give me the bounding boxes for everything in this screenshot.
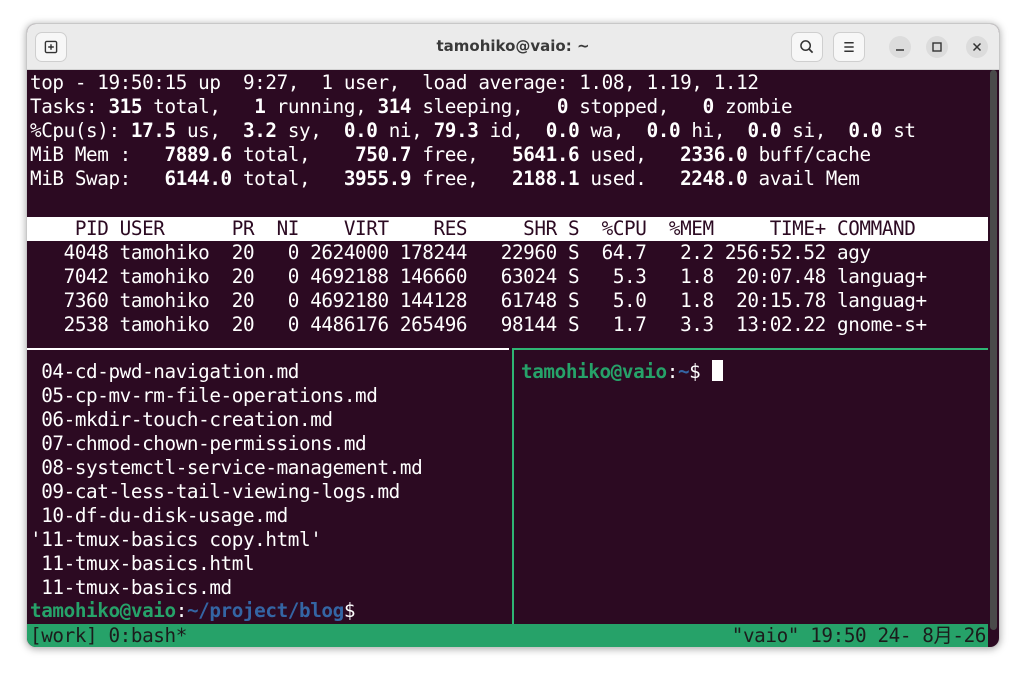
scrollbar[interactable] — [990, 70, 997, 630]
file-list-item: 07-chmod-chown-permissions.md — [30, 432, 367, 455]
top-mem-line: MiB Mem : 7889.6 total, 750.7 free, 5641… — [30, 143, 871, 167]
cpu-wa: 0.0 — [545, 119, 580, 142]
status-host-time: "vaio" 19:50 24- 8月-26 — [731, 624, 987, 647]
process-row: 2538 tamohiko 20 0 4486176 265496 98144 … — [30, 313, 927, 336]
swap-free-label: free, — [411, 167, 479, 190]
prompt-separator: : — [175, 599, 188, 622]
tasks-label: Tasks: — [30, 95, 98, 118]
mem-cache-label: buff/cache — [747, 143, 871, 166]
tmux-status-bar: [work] 0:bash* "vaio" 19:50 24- 8月-26 — [27, 624, 988, 647]
prompt-path: ~ — [677, 360, 690, 383]
mem-free: 750.7 — [355, 143, 412, 166]
mem-total: 7889.6 — [164, 143, 233, 166]
swap-total: 6144.0 — [164, 167, 233, 190]
file-list-item: 06-mkdir-touch-creation.md — [30, 408, 333, 431]
top-swap-line: MiB Swap: 6144.0 total, 3955.9 free, 218… — [30, 167, 860, 191]
swap-avail: 2248.0 — [680, 167, 748, 190]
file-list-item: '11-tmux-basics copy.html' — [30, 528, 322, 551]
mem-total-label: total, — [231, 143, 311, 166]
swap-avail-label: avail Mem — [747, 167, 860, 190]
prompt-user: tamohiko@vaio — [521, 360, 667, 383]
cpu-id-label: id, — [478, 119, 524, 142]
process-row: 7042 tamohiko 20 0 4692188 146660 63024 … — [30, 265, 927, 288]
process-header-row: PID USER PR NI VIRT RES SHR S %CPU %MEM … — [30, 217, 916, 240]
swap-used-label: used. — [579, 167, 647, 190]
close-button[interactable] — [966, 36, 988, 58]
mem-cache: 2336.0 — [680, 143, 748, 166]
cpu-us-label: us, — [175, 119, 221, 142]
tasks-running: 1 — [254, 95, 266, 118]
process-row: 7360 tamohiko 20 0 4692180 144128 61748 … — [30, 289, 927, 312]
prompt-path: ~/project/blog — [186, 599, 344, 622]
right-pane-prompt[interactable]: tamohiko@vaio:~$ — [521, 360, 723, 384]
minimize-icon — [896, 49, 904, 51]
cpu-sy-label: sy, — [276, 119, 322, 142]
tasks-stopped-label: stopped, — [568, 95, 669, 118]
close-icon — [972, 42, 982, 52]
tasks-zombie-label: zombie — [713, 95, 793, 118]
swap-free: 3955.9 — [343, 167, 412, 190]
left-pane-prompt[interactable]: tamohiko@vaio:~/project/blog$ — [30, 599, 355, 623]
maximize-icon — [932, 42, 942, 52]
cpu-hi: 0.0 — [646, 119, 681, 142]
cpu-us: 17.5 — [130, 119, 176, 142]
tasks-sleeping-label: sleeping, — [411, 95, 524, 118]
terminal-area[interactable]: top - 19:50:15 up 9:27, 1 user, load ave… — [27, 70, 999, 647]
prompt-user: tamohiko@vaio — [30, 599, 176, 622]
cpu-label: %Cpu(s): — [30, 119, 120, 142]
file-list-item: 11-tmux-basics.md — [30, 576, 232, 599]
mem-free-label: free, — [411, 143, 479, 166]
swap-label: MiB Swap: — [30, 167, 131, 190]
search-icon — [800, 40, 814, 54]
cpu-hi-label: hi, — [680, 119, 726, 142]
process-row: 4048 tamohiko 20 0 2624000 178244 22960 … — [30, 241, 871, 264]
mem-used-label: used, — [579, 143, 647, 166]
prompt-symbol: $ — [343, 599, 356, 622]
file-list-item: 05-cp-mv-rm-file-operations.md — [30, 384, 378, 407]
cpu-si-label: si, — [781, 119, 826, 142]
minimize-button[interactable] — [889, 36, 911, 58]
swap-total-label: total, — [231, 167, 311, 190]
search-button[interactable] — [791, 32, 823, 62]
mem-label: MiB Mem : — [30, 143, 131, 166]
prompt-separator: : — [666, 360, 679, 383]
swap-used: 2188.1 — [511, 167, 580, 190]
text-cursor — [711, 360, 723, 381]
tasks-total-label: total, — [142, 95, 221, 118]
tasks-stopped: 0 — [556, 95, 569, 118]
tasks-running-label: running, — [265, 95, 367, 118]
terminal-window: tamohiko@vaio: ~ top - 19:50:15 up 9:27,… — [26, 23, 1000, 648]
file-list-item: 10-df-du-disk-usage.md — [30, 504, 288, 527]
status-session-window[interactable]: [work] 0:bash* — [30, 624, 187, 647]
process-table-header: PID USER PR NI VIRT RES SHR S %CPU %MEM … — [27, 217, 988, 241]
file-list-item: 04-cd-pwd-navigation.md — [30, 360, 299, 383]
tasks-zombie: 0 — [702, 95, 715, 118]
cpu-st: 0.0 — [848, 119, 882, 142]
pane-divider-vertical[interactable] — [512, 348, 514, 624]
mem-used: 5641.6 — [511, 143, 580, 166]
top-uptime-line: top - 19:50:15 up 9:27, 1 user, load ave… — [30, 71, 759, 94]
cpu-wa-label: wa, — [579, 119, 625, 142]
menu-button[interactable] — [833, 32, 865, 62]
pane-divider-horizontal[interactable] — [27, 348, 509, 350]
cpu-si: 0.0 — [747, 119, 782, 142]
hamburger-menu-icon — [844, 42, 854, 52]
tasks-sleeping: 314 — [377, 95, 412, 118]
top-cpu-line: %Cpu(s): 17.5 us, 3.2 sy, 0.0 ni, 79.3 i… — [30, 119, 916, 143]
top-tasks-line: Tasks: 315 total, 1 running, 314 sleepin… — [30, 95, 793, 119]
cpu-id: 79.3 — [433, 119, 479, 142]
file-list-item: 09-cat-less-tail-viewing-logs.md — [30, 480, 400, 503]
pane-divider-horizontal-active[interactable] — [514, 348, 988, 350]
prompt-symbol: $ — [689, 360, 712, 383]
tasks-total: 315 — [108, 95, 143, 118]
maximize-button[interactable] — [926, 36, 948, 58]
title-bar[interactable]: tamohiko@vaio: ~ — [27, 24, 999, 70]
cpu-ni-label: ni, — [377, 119, 423, 142]
cpu-st-label: st — [881, 119, 916, 142]
cpu-ni: 0.0 — [343, 119, 378, 142]
file-list-item: 08-systemctl-service-management.md — [30, 456, 423, 479]
cpu-sy: 3.2 — [243, 119, 277, 142]
file-list-item: 11-tmux-basics.html — [30, 552, 255, 575]
